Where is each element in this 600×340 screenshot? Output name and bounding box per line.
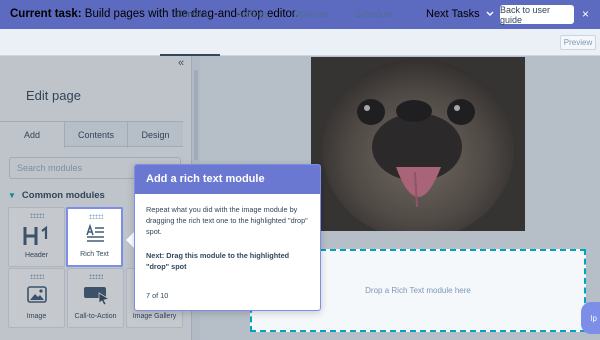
tab-settings[interactable]: Settings bbox=[236, 9, 269, 19]
module-label: Rich Text bbox=[80, 251, 109, 258]
back-to-user-guide-button[interactable]: Back to user guide bbox=[500, 5, 574, 25]
tab-optimize[interactable]: Optimize bbox=[293, 9, 329, 19]
tooltip-step-counter: 7 of 10 bbox=[146, 291, 169, 300]
tooltip-next-step: Next: Drag this module to the highlighte… bbox=[146, 251, 290, 271]
help-button[interactable]: lp bbox=[581, 302, 600, 334]
tab-content[interactable]: Content bbox=[176, 9, 208, 19]
tooltip-arrow bbox=[126, 232, 134, 248]
preview-button[interactable]: Preview bbox=[560, 35, 596, 50]
tooltip-header: Add a rich text module bbox=[135, 165, 320, 194]
rich-text-icon bbox=[86, 224, 104, 242]
tab-schedule[interactable]: Schedule bbox=[355, 9, 393, 19]
highlighted-module-rich-text[interactable]: Rich Text bbox=[66, 207, 123, 267]
tooltip-body: Repeat what you did with the image modul… bbox=[146, 205, 308, 236]
drag-handle-icon bbox=[89, 214, 103, 219]
chevron-down-icon bbox=[486, 11, 494, 16]
current-task-label: Current task: bbox=[10, 8, 82, 20]
tour-tooltip: Add a rich text module Repeat what you d… bbox=[134, 164, 321, 311]
next-tasks-label: Next Tasks bbox=[426, 8, 480, 20]
editor-tab-bar bbox=[0, 29, 600, 56]
tooltip-title: Add a rich text module bbox=[146, 173, 265, 185]
close-icon[interactable]: × bbox=[582, 7, 589, 21]
next-tasks-dropdown[interactable]: Next Tasks bbox=[426, 8, 494, 20]
